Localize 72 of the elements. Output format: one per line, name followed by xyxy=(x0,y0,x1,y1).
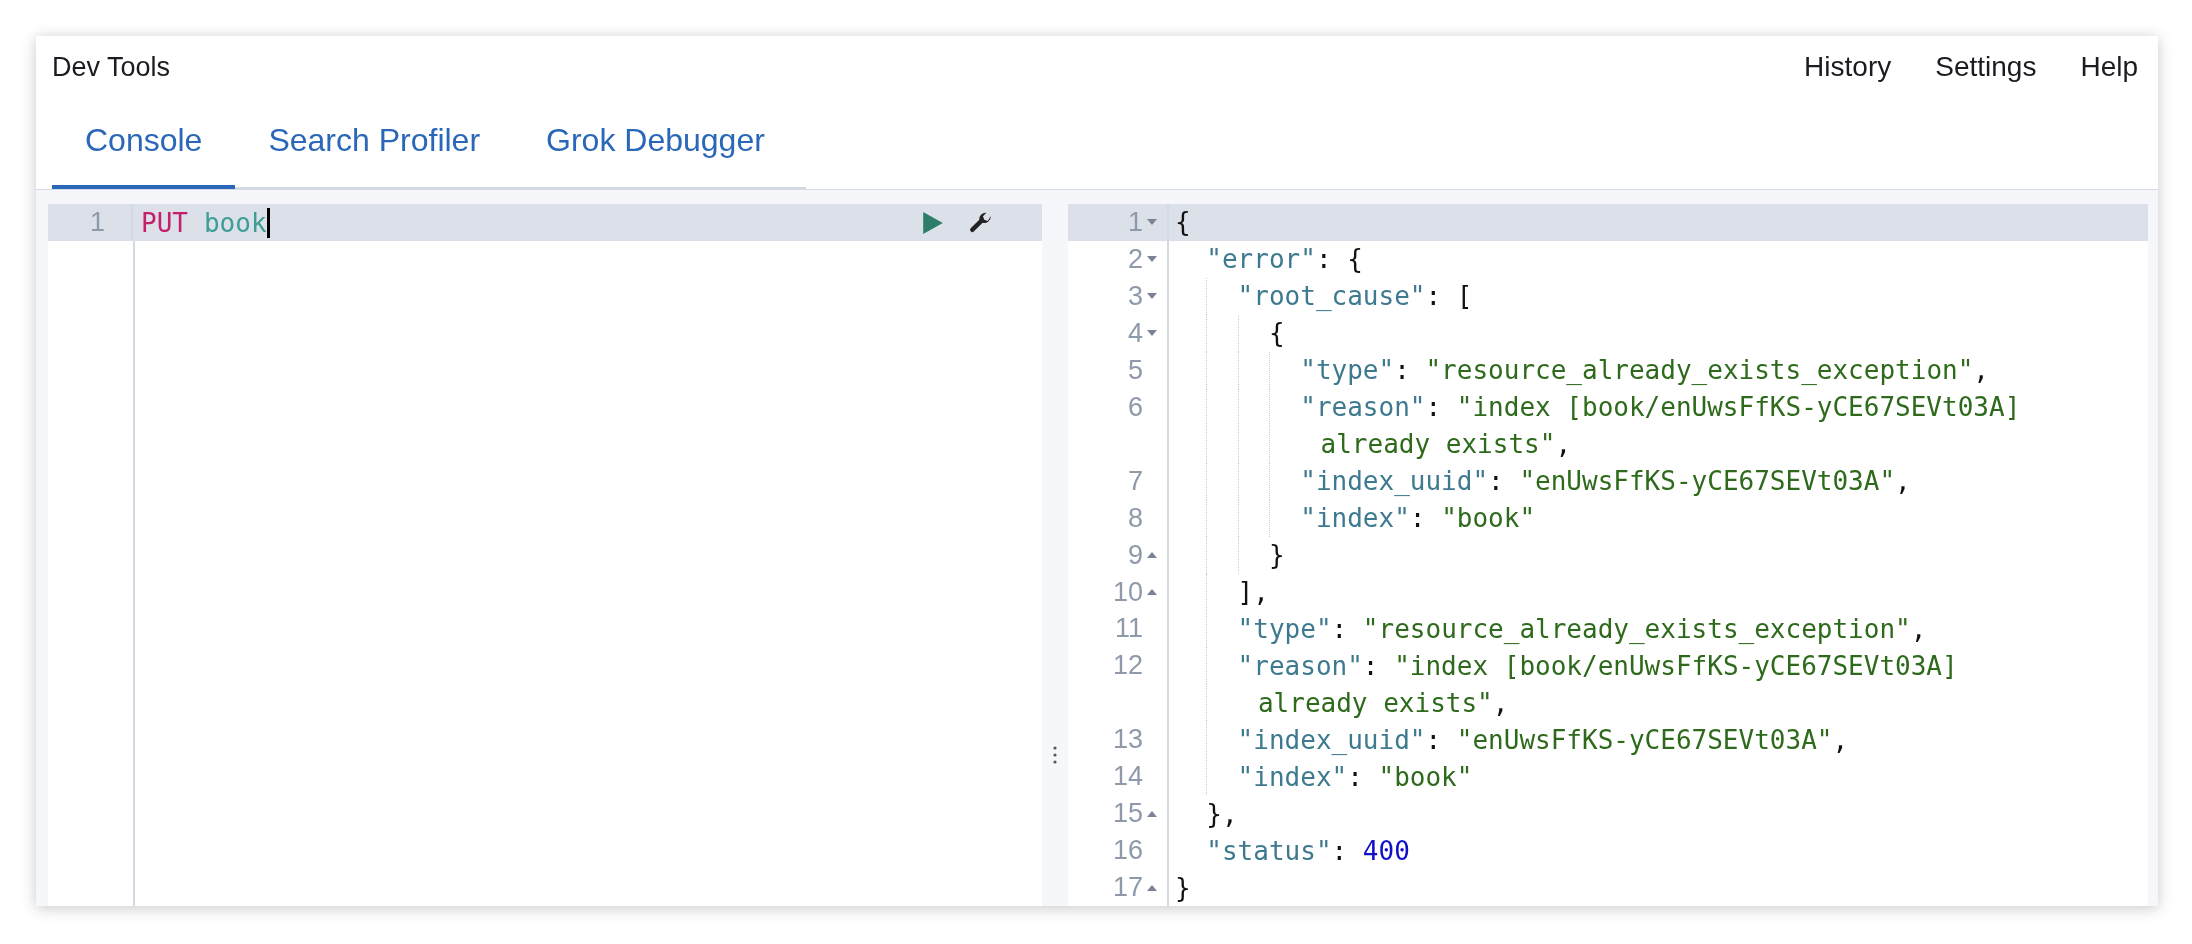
code-token: : xyxy=(1425,392,1443,423)
code-token: "index [book/enUwsFfKS-yCE67SEVt03A] xyxy=(1394,650,1958,681)
line-number: 3 xyxy=(1127,280,1143,312)
line-number: 9 xyxy=(1127,539,1143,571)
code-token: "book" xyxy=(1441,503,1536,534)
line-number: 4 xyxy=(1127,317,1143,349)
line-number: 16 xyxy=(1112,835,1143,867)
code-token: "status" xyxy=(1205,835,1332,866)
code-token: } xyxy=(1267,540,1285,571)
line-number: 2 xyxy=(1127,243,1143,275)
line-number: 11 xyxy=(1114,613,1143,645)
code-token: : xyxy=(1331,835,1349,866)
line-number: 1 xyxy=(1127,206,1143,238)
code-token: : xyxy=(1331,613,1349,644)
code-token: "type" xyxy=(1299,355,1395,386)
code-token: "index [book/enUwsFfKS-yCE67SEVt03A] xyxy=(1456,392,2021,423)
code-token: "enUwsFfKS-yCE67SEVt03A" xyxy=(1456,724,1833,755)
line-number: 14 xyxy=(1112,761,1143,793)
code-token: "index" xyxy=(1299,503,1410,534)
code-token: , xyxy=(1555,429,1572,460)
code-token: : { xyxy=(1315,244,1363,275)
header-link[interactable]: Help xyxy=(2080,51,2138,83)
code-token: "resource_already_exists_exception" xyxy=(1425,355,1974,386)
code-token: "root_cause" xyxy=(1236,281,1426,312)
code-token: already exists" xyxy=(1320,429,1556,460)
line-number: 17 xyxy=(1112,872,1143,904)
code-token: , xyxy=(1910,613,1927,644)
code-token: "index_uuid" xyxy=(1299,466,1489,497)
line-number: 7 xyxy=(1127,465,1143,497)
request-editor[interactable]: 1 PUT book xyxy=(48,204,1042,906)
line-number: 5 xyxy=(1127,354,1143,386)
header-link[interactable]: Settings xyxy=(1935,51,2037,83)
line-number: 12 xyxy=(1112,650,1143,682)
line-number: 15 xyxy=(1112,798,1143,830)
code-token: : xyxy=(1488,466,1505,497)
code-token: , xyxy=(1973,355,1989,386)
code-token: "type" xyxy=(1236,613,1332,644)
code-token: already exists" xyxy=(1257,687,1493,718)
code-token: } xyxy=(1175,872,1191,903)
line-number: 13 xyxy=(1112,724,1143,756)
code-token: : xyxy=(1425,724,1443,755)
line-number: 1 xyxy=(48,204,133,241)
code-token: "reason" xyxy=(1236,650,1363,681)
code-token: book xyxy=(203,207,267,238)
app-title: Dev Tools xyxy=(52,51,171,83)
code-token: , xyxy=(1832,724,1849,755)
code-token: "error" xyxy=(1205,244,1316,275)
code-token: { xyxy=(1267,318,1285,349)
code-token: PUT xyxy=(141,207,188,238)
line-number: 8 xyxy=(1127,502,1143,534)
code-token: , xyxy=(1492,687,1509,718)
tab[interactable]: Search Profiler xyxy=(235,100,514,189)
code-token: "reason" xyxy=(1299,392,1426,423)
code-token: : xyxy=(1362,650,1380,681)
code-token: }, xyxy=(1205,798,1238,829)
code-token: "index" xyxy=(1236,761,1348,792)
code-token: : xyxy=(1347,761,1364,792)
code-token: , xyxy=(1895,466,1911,497)
code-token: : xyxy=(1394,355,1411,386)
code-token: "index_uuid" xyxy=(1236,724,1426,755)
tab[interactable]: Grok Debugger xyxy=(513,100,798,189)
code-token: ], xyxy=(1236,577,1269,607)
code-token: "resource_already_exists_exception" xyxy=(1362,613,1911,644)
header-link[interactable]: History xyxy=(1804,51,1892,83)
code-token: "enUwsFfKS-yCE67SEVt03A" xyxy=(1519,466,1896,497)
line-number: 6 xyxy=(1127,391,1143,423)
code-token: : [ xyxy=(1425,281,1473,312)
line-number: 10 xyxy=(1112,576,1143,608)
code-token: { xyxy=(1175,207,1191,238)
code-token: "book" xyxy=(1378,761,1473,792)
code-token: 400 xyxy=(1362,835,1410,866)
code-token: : xyxy=(1409,503,1427,534)
